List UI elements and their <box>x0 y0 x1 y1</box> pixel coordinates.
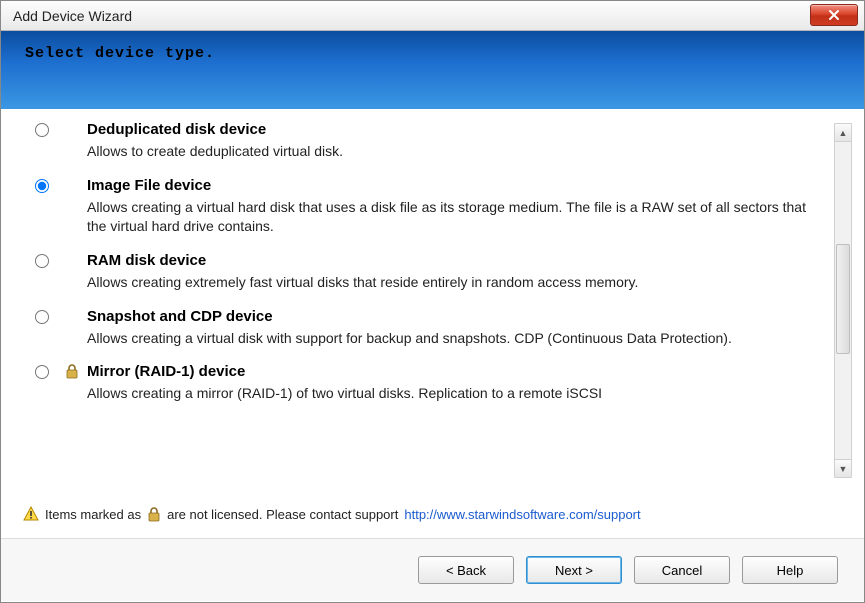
window-title: Add Device Wizard <box>13 8 132 24</box>
radio-imagefile[interactable] <box>35 179 49 193</box>
radio-ramdisk[interactable] <box>35 254 49 268</box>
option-desc: Allows creating a mirror (RAID-1) of two… <box>87 384 826 403</box>
option-desc: Allows creating a virtual disk with supp… <box>87 329 826 348</box>
device-option-snapshot: Snapshot and CDP device Allows creating a… <box>19 308 826 348</box>
options-list: Deduplicated disk device Allows to create… <box>19 121 826 484</box>
cancel-button[interactable]: Cancel <box>634 556 730 584</box>
license-note-suffix: are not licensed. Please contact support <box>167 507 398 522</box>
option-title: RAM disk device <box>87 252 826 269</box>
next-button[interactable]: Next > <box>526 556 622 584</box>
radio-snapshot[interactable] <box>35 310 49 324</box>
option-desc: Allows creating extremely fast virtual d… <box>87 273 826 292</box>
option-title: Mirror (RAID-1) device <box>87 363 826 380</box>
license-note-prefix: Items marked as <box>45 507 141 522</box>
wizard-banner: Select device type. <box>1 31 864 109</box>
device-option-dedup: Deduplicated disk device Allows to create… <box>19 121 826 161</box>
titlebar: Add Device Wizard <box>1 1 864 31</box>
close-button[interactable] <box>810 4 858 26</box>
close-icon <box>827 9 841 21</box>
support-link[interactable]: http://www.starwindsoftware.com/support <box>404 507 640 522</box>
help-button[interactable]: Help <box>742 556 838 584</box>
radio-mirror[interactable] <box>35 365 49 379</box>
option-desc: Allows to create deduplicated virtual di… <box>87 142 826 161</box>
scrollbar[interactable]: ▲ ▼ <box>834 123 852 478</box>
lock-icon <box>147 506 161 522</box>
lock-icon <box>65 363 79 379</box>
radio-dedup[interactable] <box>35 123 49 137</box>
device-option-mirror: Mirror (RAID-1) device Allows creating a … <box>19 363 826 403</box>
device-option-imagefile: Image File device Allows creating a virtu… <box>19 177 826 236</box>
scroll-up-button[interactable]: ▲ <box>835 124 851 142</box>
wizard-subtitle: Select device type. <box>25 45 864 62</box>
option-title: Deduplicated disk device <box>87 121 826 138</box>
content-pane: Deduplicated disk device Allows to create… <box>1 109 864 539</box>
device-option-ramdisk: RAM disk device Allows creating extremely… <box>19 252 826 292</box>
button-bar: < Back Next > Cancel Help <box>1 539 864 601</box>
scroll-thumb[interactable] <box>836 244 850 354</box>
option-desc: Allows creating a virtual hard disk that… <box>87 198 826 236</box>
option-title: Image File device <box>87 177 826 194</box>
warning-icon <box>23 506 39 522</box>
license-note: Items marked as are not licensed. Please… <box>23 506 826 522</box>
back-button[interactable]: < Back <box>418 556 514 584</box>
scroll-down-button[interactable]: ▼ <box>835 459 851 477</box>
option-title: Snapshot and CDP device <box>87 308 826 325</box>
